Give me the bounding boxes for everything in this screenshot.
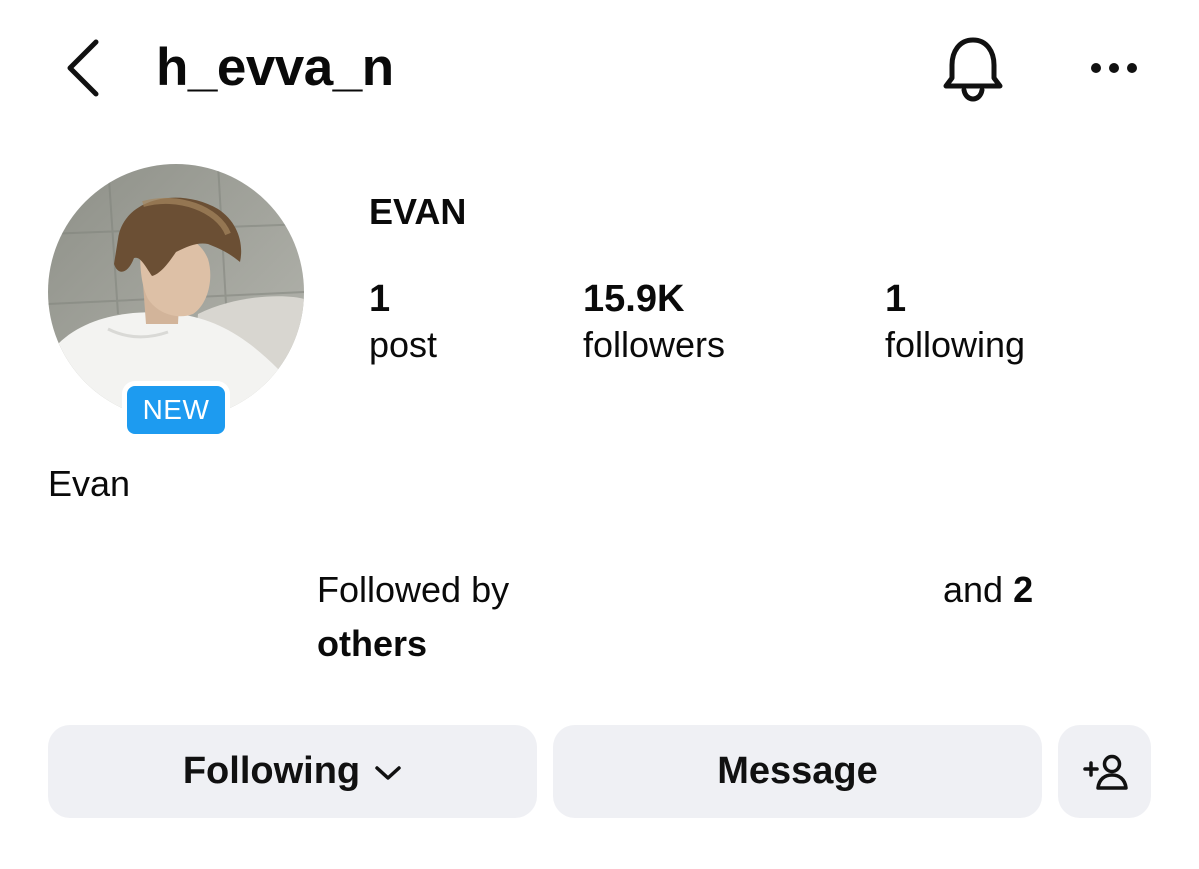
profile-avatar[interactable] xyxy=(48,164,304,420)
following-count: 1 xyxy=(885,278,907,320)
back-chevron-icon xyxy=(67,39,99,97)
bell-icon xyxy=(943,37,1003,102)
profile-display-name: EVAN xyxy=(369,191,467,232)
followers-label: followers xyxy=(583,324,726,365)
following-button[interactable]: Following xyxy=(48,725,537,818)
add-user-button[interactable] xyxy=(1058,725,1151,818)
more-options-button[interactable] xyxy=(1084,48,1144,88)
followed-by-and: and 2 xyxy=(943,566,1033,614)
add-user-icon xyxy=(1082,754,1128,790)
followers-count: 15.9K xyxy=(583,278,685,320)
posts-count: 1 xyxy=(369,278,391,320)
notifications-button[interactable] xyxy=(936,32,1010,104)
following-label: following xyxy=(885,324,1026,365)
followed-by-text: Followed by xyxy=(317,569,510,610)
message-button-label: Message xyxy=(717,750,878,792)
followed-by-count: 2 xyxy=(1013,569,1034,610)
posts-label: post xyxy=(369,324,438,365)
stat-posts[interactable]: 1 post xyxy=(369,276,437,368)
following-button-label: Following xyxy=(182,750,361,792)
chevron-down-icon xyxy=(374,750,402,793)
profile-username: h_evva_n xyxy=(156,38,394,97)
stat-followers[interactable]: 15.9K followers xyxy=(583,276,725,368)
followed-by-and-text: and xyxy=(943,569,1004,610)
new-badge: NEW xyxy=(127,386,225,434)
followed-by-others-link[interactable]: others xyxy=(317,620,427,668)
profile-full-name: Evan xyxy=(48,463,131,504)
back-button[interactable] xyxy=(58,36,108,100)
message-button[interactable]: Message xyxy=(553,725,1042,818)
avatar-photo xyxy=(48,164,304,420)
stat-following[interactable]: 1 following xyxy=(885,276,1025,368)
more-dots-icon xyxy=(1091,63,1137,73)
